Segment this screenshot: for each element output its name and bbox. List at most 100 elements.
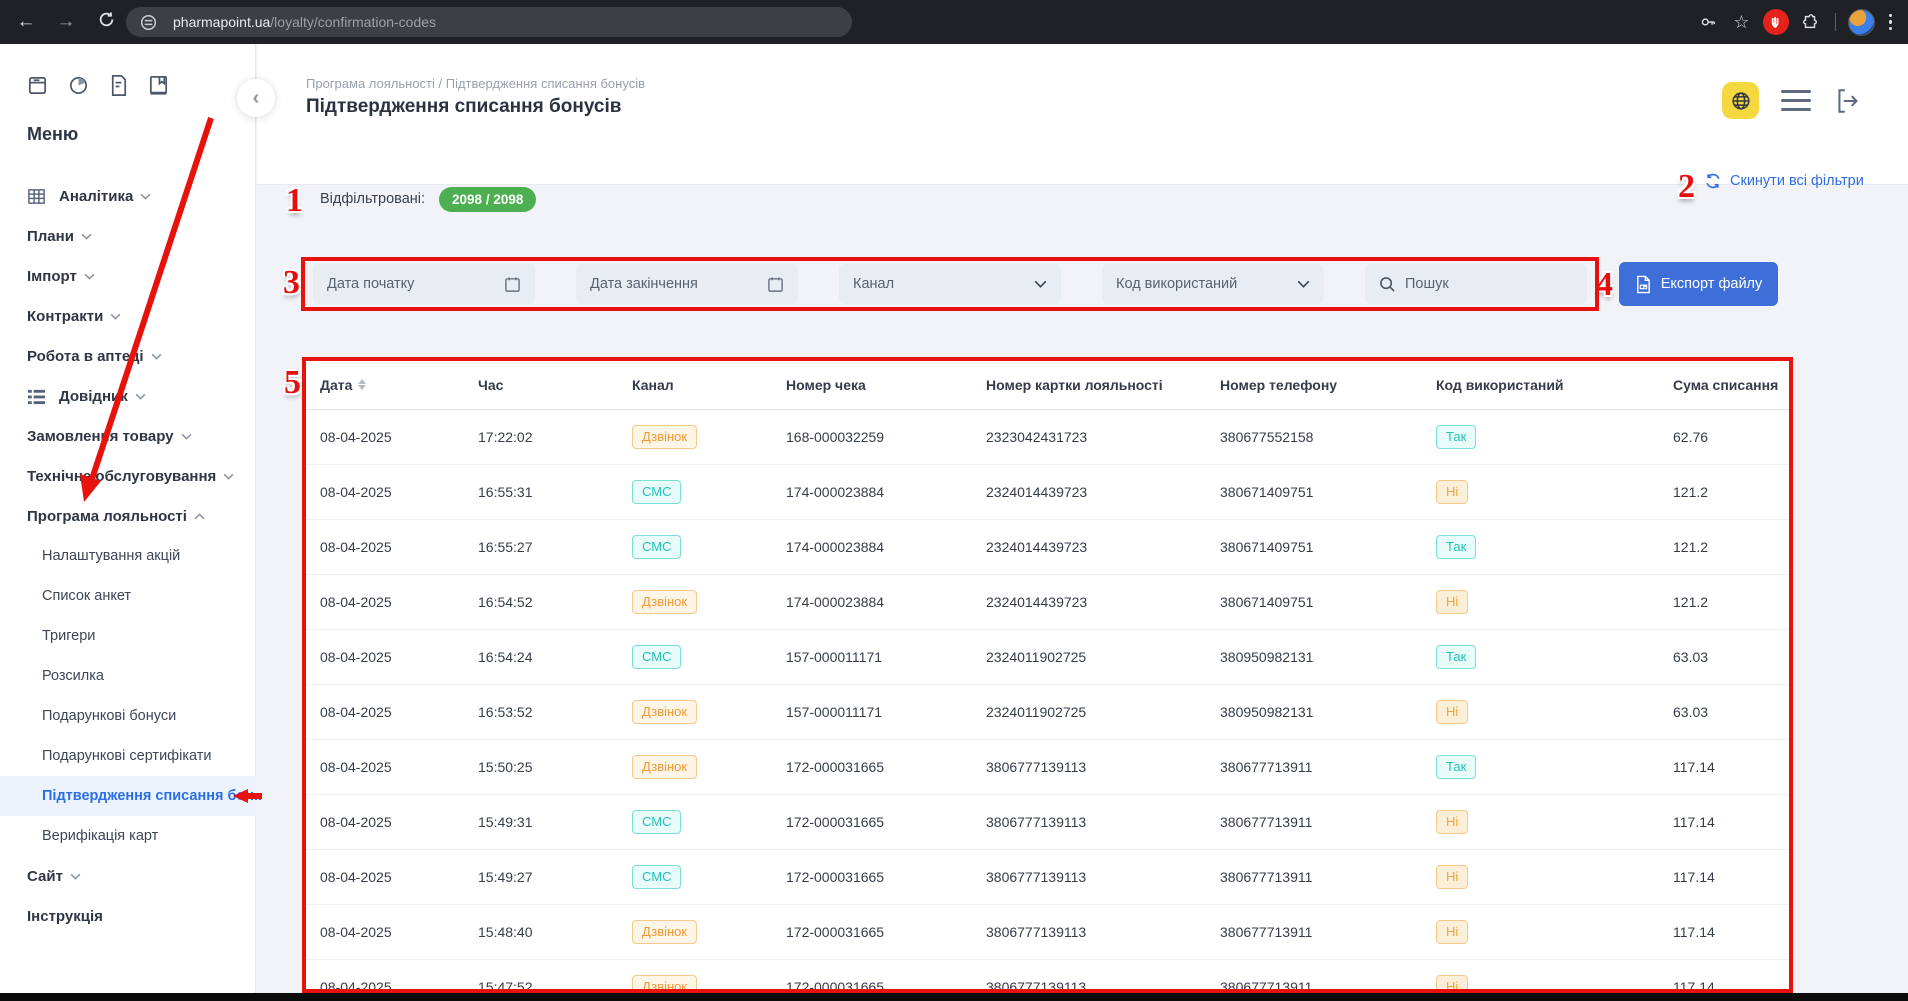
cell-receipt: 174-000023884 <box>786 484 986 500</box>
back-icon[interactable]: ← <box>6 11 46 33</box>
sidebar-item-17[interactable]: Сайт <box>0 856 256 896</box>
column-header-0[interactable]: Дата <box>320 377 478 393</box>
sidebar-item-12[interactable]: Розсилка <box>0 656 256 696</box>
sidebar-item-18[interactable]: Інструкція <box>0 896 256 936</box>
table-row-2[interactable]: 08-04-202516:55:27СМС174-000023884232401… <box>306 520 1790 575</box>
table-row-10[interactable]: 08-04-202515:47:52Дзвінок172-00003166538… <box>306 960 1790 993</box>
cell-time: 16:55:27 <box>478 539 632 555</box>
pie-chart-icon[interactable] <box>67 74 90 102</box>
table-row-1[interactable]: 08-04-202516:55:31СМС174-000023884232401… <box>306 465 1790 520</box>
cell-amount: 117.14 <box>1673 924 1790 940</box>
table-row-4[interactable]: 08-04-202516:54:24СМС157-000011171232401… <box>306 630 1790 685</box>
table-row-7[interactable]: 08-04-202515:49:31СМС172-000031665380677… <box>306 795 1790 850</box>
filter-канал[interactable]: Канал <box>839 264 1061 304</box>
cell-phone: 380950982131 <box>1220 704 1436 720</box>
table-row-9[interactable]: 08-04-202515:48:40Дзвінок172-00003166538… <box>306 905 1790 960</box>
filter-placeholder: Пошук <box>1405 276 1573 292</box>
bookmark-star-icon[interactable]: ☆ <box>1729 9 1755 35</box>
forward-icon[interactable]: → <box>46 11 86 33</box>
cell-time: 16:53:52 <box>478 704 632 720</box>
cell-card: 2324014439723 <box>986 594 1220 610</box>
cell-receipt: 172-000031665 <box>786 924 986 940</box>
column-header-6: Код використаний <box>1436 377 1673 393</box>
adblock-icon[interactable] <box>1763 9 1789 35</box>
sort-icon[interactable] <box>358 379 366 390</box>
cell-card: 2324014439723 <box>986 539 1220 555</box>
password-key-icon[interactable] <box>1695 9 1721 35</box>
sidebar-collapse-button[interactable]: ‹ <box>237 79 275 117</box>
table-row-8[interactable]: 08-04-202515:49:27СМС172-000031665380677… <box>306 850 1790 905</box>
sidebar-item-label: Аналітика <box>59 188 133 205</box>
sidebar-item-label: Плани <box>27 228 74 245</box>
sidebar-item-0[interactable]: Аналітика <box>0 176 256 216</box>
code-used-badge: Ні <box>1436 590 1468 615</box>
column-header-4: Номер картки лояльності <box>986 377 1220 393</box>
menu-title: Меню <box>27 124 78 145</box>
sidebar-item-14[interactable]: Подарункові сертифікати <box>0 736 256 776</box>
menu-dots-icon[interactable] <box>1883 14 1899 31</box>
sidebar-item-label: Тригери <box>42 628 95 644</box>
sync-icon <box>1704 172 1722 190</box>
sidebar-top-icons <box>26 74 170 102</box>
filter-дата-початку[interactable]: Дата початку <box>313 264 535 304</box>
refresh-icon[interactable] <box>86 11 126 34</box>
grid-icon <box>27 187 47 206</box>
document-icon[interactable] <box>108 74 129 102</box>
globe-icon[interactable] <box>1722 82 1759 119</box>
sidebar-item-label: Підтвердження списання бон.. <box>42 788 262 804</box>
cell-channel: СМС <box>632 865 786 890</box>
sidebar-item-5[interactable]: Довідник <box>0 376 256 416</box>
sidebar-item-16[interactable]: Верифікація карт <box>0 816 256 856</box>
cell-receipt: 172-000031665 <box>786 759 986 775</box>
cell-date: 08-04-2025 <box>320 704 478 720</box>
page-header: Програма лояльності / Підтвердження спис… <box>257 44 1908 185</box>
sidebar-item-3[interactable]: Контракти <box>0 296 256 336</box>
cell-code-used: Ні <box>1436 865 1673 890</box>
reset-filters-link[interactable]: Скинути всі фільтри <box>1704 172 1864 190</box>
extensions-puzzle-icon[interactable] <box>1797 9 1823 35</box>
sidebar-item-label: Список анкет <box>42 588 131 604</box>
export-file-button[interactable]: Експорт файлу <box>1619 262 1778 306</box>
channel-badge: Дзвінок <box>632 755 697 780</box>
chevron-down-icon <box>1034 280 1047 288</box>
sidebar-item-15[interactable]: Підтвердження списання бон.. <box>0 776 256 816</box>
profile-avatar[interactable] <box>1848 9 1875 36</box>
table-row-3[interactable]: 08-04-202516:54:52Дзвінок174-00002388423… <box>306 575 1790 630</box>
list-icon <box>27 388 47 405</box>
sidebar-item-13[interactable]: Подарункові бонуси <box>0 696 256 736</box>
sidebar-item-7[interactable]: Технічне обслуговування <box>0 456 256 496</box>
sidebar-item-9[interactable]: Налаштування акцій <box>0 536 256 576</box>
sidebar-item-label: Контракти <box>27 308 103 325</box>
sidebar-item-label: Інструкція <box>27 908 103 925</box>
sidebar-item-10[interactable]: Список анкет <box>0 576 256 616</box>
address-bar[interactable]: pharmapoint.ua/loyalty/confirmation-code… <box>126 7 852 37</box>
hamburger-menu-icon[interactable] <box>1781 90 1811 111</box>
site-info-icon[interactable] <box>129 9 167 35</box>
sidebar-item-1[interactable]: Плани <box>0 216 256 256</box>
book-icon[interactable] <box>147 74 170 102</box>
cell-phone: 380677713911 <box>1220 869 1436 885</box>
sidebar-item-2[interactable]: Імпорт <box>0 256 256 296</box>
table-row-5[interactable]: 08-04-202516:53:52Дзвінок157-00001117123… <box>306 685 1790 740</box>
sidebar-item-4[interactable]: Робота в аптеці <box>0 336 256 376</box>
sidebar-item-11[interactable]: Тригери <box>0 616 256 656</box>
filter-код-використаний[interactable]: Код використаний <box>1102 264 1324 304</box>
chevron-down-icon <box>81 233 92 240</box>
table-row-6[interactable]: 08-04-202515:50:25Дзвінок172-00003166538… <box>306 740 1790 795</box>
logout-icon[interactable] <box>1833 86 1863 116</box>
code-used-badge: Так <box>1436 755 1476 780</box>
filter-пошук[interactable]: Пошук <box>1365 264 1587 304</box>
cell-code-used: Так <box>1436 535 1673 560</box>
cell-amount: 63.03 <box>1673 649 1790 665</box>
sidebar-item-6[interactable]: Замовлення товару <box>0 416 256 456</box>
sidebar-item-label: Замовлення товару <box>27 428 174 445</box>
table-row-0[interactable]: 08-04-202517:22:02Дзвінок168-00003225923… <box>306 410 1790 465</box>
archive-box-icon[interactable] <box>26 74 49 102</box>
cell-card: 2323042431723 <box>986 429 1220 445</box>
code-used-badge: Так <box>1436 645 1476 670</box>
sidebar-item-8[interactable]: Програма лояльності <box>0 496 256 536</box>
filter-дата-закінчення[interactable]: Дата закінчення <box>576 264 798 304</box>
cell-phone: 380671409751 <box>1220 484 1436 500</box>
code-used-badge: Ні <box>1436 975 1468 993</box>
chevron-down-icon <box>223 473 234 480</box>
